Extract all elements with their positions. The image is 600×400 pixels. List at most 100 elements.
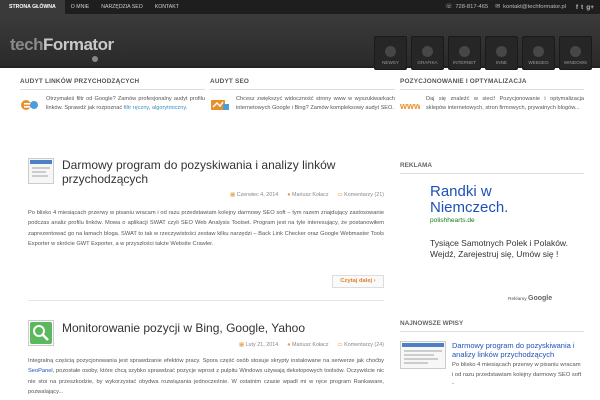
- feature-title[interactable]: Audyt SEO: [210, 78, 395, 90]
- post-title[interactable]: Monitorowanie pozycji w Bing, Google, Ya…: [62, 321, 382, 336]
- screenshot-thumbnail-icon: [30, 160, 52, 177]
- ad-url[interactable]: polishhearts.de: [430, 217, 475, 224]
- post-title[interactable]: Darmowy program do pozyskiwania i analiz…: [62, 158, 382, 186]
- phone-icon: ☏: [445, 4, 453, 10]
- phone-number: 728-817-465: [455, 4, 489, 10]
- news-title[interactable]: Darmowy program do pozyskiwania i analiz…: [452, 341, 582, 359]
- graphics-icon: [422, 46, 433, 57]
- social-links: f t g+: [576, 0, 594, 14]
- feature-text: Otrzymałeś filtr od Google? Zamów profes…: [46, 95, 205, 113]
- comment-icon: ▭: [337, 342, 343, 348]
- ads-heading: Reklama: [400, 162, 584, 174]
- feature-title[interactable]: Pozycjonowanie i optymalizacja: [400, 78, 584, 90]
- nav-label: Windows: [563, 60, 588, 65]
- seo-audit-icon: [211, 100, 229, 110]
- post-author: ● Mariusz Kołacz: [287, 192, 328, 198]
- topnav-home[interactable]: Strona główna: [0, 0, 65, 14]
- www-icon: www: [400, 101, 420, 111]
- google-plus-icon[interactable]: g+: [586, 4, 594, 11]
- svg-text:www: www: [400, 101, 420, 111]
- feature-text: Chcesz zwiększyć widoczność strony www w…: [236, 96, 395, 111]
- feature-text: Daj się znaleźć w sieci! Pozycjonowanie …: [426, 96, 584, 111]
- grid-icon: [496, 46, 507, 57]
- nav-graphics[interactable]: Grafika: [411, 36, 444, 70]
- comment-icon: ▭: [337, 192, 343, 198]
- user-icon: ●: [287, 192, 291, 198]
- nav-label: Inne: [496, 60, 507, 65]
- nav-windows[interactable]: Windows: [559, 36, 592, 70]
- read-more-label: Czytaj dalej: [340, 278, 373, 284]
- nav-label: Grafika: [417, 60, 438, 65]
- post-comments-text[interactable]: Komentarzy (21): [344, 192, 384, 198]
- magnifier-thumbnail-icon: [30, 322, 52, 344]
- logo-badge-icon: [92, 56, 98, 62]
- post-meta: ▦ Luty 21, 2014 ● Mariusz Kołacz ▭ Komen…: [239, 342, 384, 348]
- post-author-text[interactable]: Mariusz Kołacz: [292, 342, 329, 348]
- nav-label: Internet: [453, 60, 476, 65]
- ad-title[interactable]: Randki w Niemczech.: [430, 184, 550, 216]
- post-comments-text[interactable]: Komentarzy (24): [344, 342, 384, 348]
- post-comments: ▭ Komentarzy (24): [338, 342, 384, 348]
- ad-footer-label: Reklamy: [508, 297, 527, 302]
- post-thumbnail[interactable]: [28, 158, 54, 184]
- twitter-icon[interactable]: t: [581, 4, 583, 11]
- logo-part-2: Formator: [42, 35, 114, 54]
- chevron-right-icon: ›: [373, 278, 376, 284]
- news-icon: [385, 46, 396, 57]
- nav-news[interactable]: Newsy: [374, 36, 407, 70]
- ad-text: Tysiące Samotnych Polek i Polaków. Wejdź…: [430, 238, 568, 259]
- calendar-icon: ▦: [238, 342, 245, 348]
- windows-icon: [570, 46, 581, 57]
- post-comments: ▭ Komentarzy (21): [338, 192, 384, 198]
- email-address[interactable]: kontakt@techformator.pl: [503, 0, 566, 14]
- screenshot-thumbnail-icon: [402, 343, 444, 364]
- feature-link-audit: Audyt linków przychodzących Otrzymałeś f…: [20, 78, 205, 113]
- feature-seo-audit: Audyt SEO Chcesz zwiększyć widoczność st…: [210, 78, 395, 113]
- read-more-button[interactable]: Czytaj dalej ›: [332, 275, 384, 288]
- logo-part-1: tech: [10, 35, 43, 54]
- news-text: Po blisko 4 miesiącach przerwy w pisaniu…: [452, 362, 582, 387]
- top-bar: Strona główna O mnie Narzędzia SEO Konta…: [0, 0, 600, 14]
- nav-other[interactable]: Inne: [485, 36, 518, 70]
- nav-internet[interactable]: Internet: [448, 36, 481, 70]
- link-audit-icon: [21, 100, 38, 110]
- feature-text-end: .: [185, 105, 188, 111]
- post-author: ● Mariusz Kołacz: [287, 342, 328, 348]
- user-icon: ●: [287, 342, 291, 348]
- topnav-contact[interactable]: Kontakt: [149, 0, 185, 14]
- globe-icon: [459, 46, 470, 57]
- contact-info: ☏ 728-817-465 ✉ kontakt@techformator.pl: [445, 0, 566, 14]
- chart-icon: [533, 46, 544, 57]
- post-author-text[interactable]: Mariusz Kołacz: [292, 192, 329, 198]
- post-date-text: Luty 21, 2014: [245, 342, 279, 348]
- topnav-seo-tools[interactable]: Narzędzia SEO: [95, 0, 149, 14]
- facebook-icon[interactable]: f: [576, 4, 578, 11]
- manual-filter-link[interactable]: filtr ręczny: [124, 105, 149, 111]
- site-logo[interactable]: techFormator: [10, 35, 114, 55]
- post-excerpt: Po blisko 4 miesiącach przerwy w pisaniu…: [28, 210, 384, 247]
- site-header: techFormator Newsy Grafika Internet Inne…: [0, 14, 600, 70]
- main-nav: Newsy Grafika Internet Inne Webseo Windo…: [374, 36, 592, 70]
- mail-icon: ✉: [495, 4, 501, 10]
- seopanel-link[interactable]: SeoPanel: [28, 368, 53, 374]
- nav-webseo[interactable]: Webseo: [522, 36, 555, 70]
- ad-footer: Reklamy Google: [508, 295, 552, 302]
- post-separator: [28, 300, 384, 301]
- post-date: ▦ Luty 21, 2014: [239, 342, 278, 348]
- excerpt-end: , pozostałe osoby, które chcą szybko spr…: [28, 368, 384, 395]
- calendar-icon: ▦: [229, 192, 236, 198]
- news-thumbnail[interactable]: [400, 341, 446, 369]
- post-thumbnail[interactable]: [28, 320, 54, 346]
- top-nav: Strona główna O mnie Narzędzia SEO Konta…: [0, 0, 185, 14]
- topnav-about[interactable]: O mnie: [65, 0, 95, 14]
- news-heading: Najnowsze wpisy: [400, 320, 584, 332]
- nav-label: Newsy: [382, 60, 399, 65]
- post-meta: ▦ Czerwiec 4, 2014 ● Mariusz Kołacz ▭ Ko…: [230, 192, 384, 198]
- post-excerpt: Integralną częścią pozycjonowania jest s…: [28, 356, 384, 400]
- algorithmic-link[interactable]: algorytmiczny: [152, 105, 186, 111]
- post-date-text: Czerwiec 4, 2014: [236, 192, 279, 198]
- feature-title[interactable]: Audyt linków przychodzących: [20, 78, 205, 90]
- nav-label: Webseo: [528, 60, 549, 65]
- google-logo: Google: [528, 295, 553, 302]
- post-date: ▦ Czerwiec 4, 2014: [230, 192, 278, 198]
